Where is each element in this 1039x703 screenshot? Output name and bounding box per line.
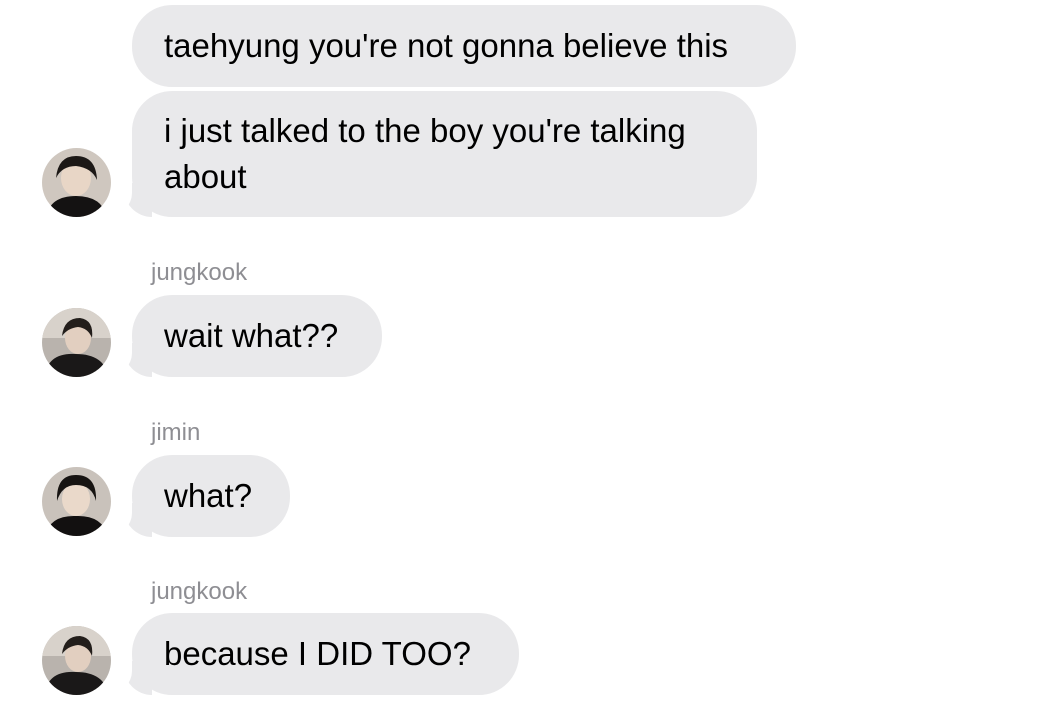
message-bubble-4[interactable]: what? — [112, 455, 290, 537]
message-bubble-1[interactable]: taehyung you're not gonna believe this — [132, 5, 796, 87]
message-text: wait what?? — [164, 317, 339, 354]
message-text: taehyung you're not gonna believe this — [164, 27, 729, 64]
bubble-tail — [112, 661, 152, 695]
message-bubble-5[interactable]: because I DID TOO? — [112, 613, 519, 695]
bubble-tail — [112, 343, 152, 377]
profile-photo-avatar-icon — [42, 467, 111, 536]
bubble-tail — [112, 503, 152, 537]
sender-name: jungkook — [151, 259, 248, 286]
profile-photo-avatar-icon — [42, 148, 111, 217]
message-bubble-3[interactable]: wait what?? — [112, 295, 382, 377]
bubble-tail — [112, 183, 152, 217]
avatar-jimin[interactable] — [42, 467, 111, 536]
message-bubble-2[interactable]: i just talked to the boy you're talking … — [112, 91, 757, 217]
avatar-jungkook[interactable] — [42, 626, 111, 695]
message-text: what? — [164, 477, 253, 514]
profile-photo-avatar-icon — [42, 626, 111, 695]
message-text: because I DID TOO? — [164, 635, 471, 672]
avatar-jungkook[interactable] — [42, 308, 111, 377]
message-text: i just talked to the boy you're talking … — [164, 112, 686, 195]
avatar-taehyung-chat[interactable] — [42, 148, 111, 217]
sender-name: jimin — [151, 419, 201, 446]
profile-photo-avatar-icon — [42, 308, 111, 377]
sender-name: jungkook — [151, 578, 248, 605]
